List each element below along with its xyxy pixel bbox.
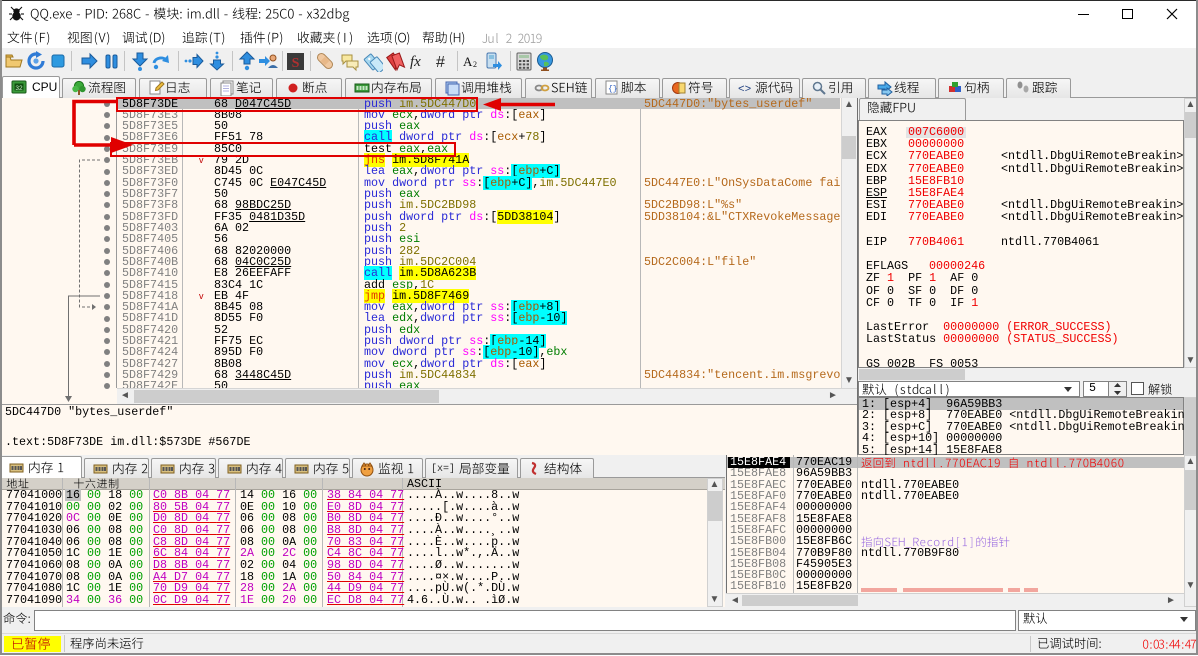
svg-text:<>: <> bbox=[738, 84, 751, 96]
svg-text:A: A bbox=[463, 54, 473, 69]
svg-text:{}: {} bbox=[608, 85, 618, 94]
svg-text:#: # bbox=[436, 54, 445, 71]
svg-text:fx: fx bbox=[410, 54, 421, 70]
svg-text:2: 2 bbox=[473, 60, 477, 69]
svg-text:S: S bbox=[292, 56, 300, 71]
